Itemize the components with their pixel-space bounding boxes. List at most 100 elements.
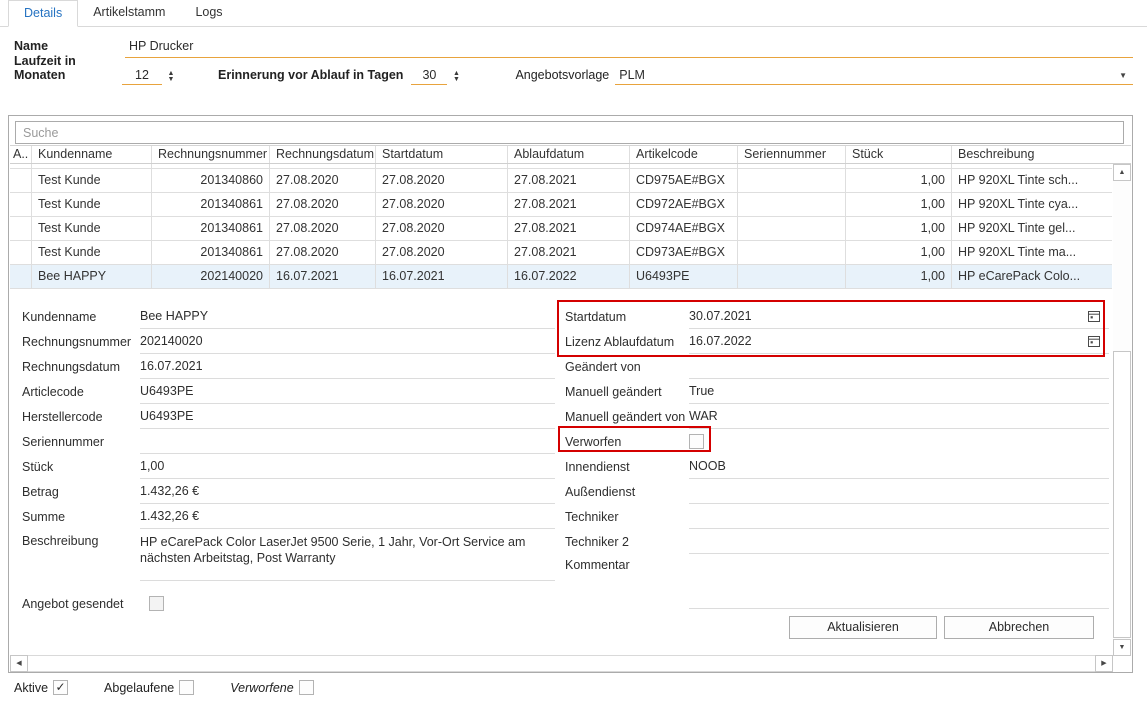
calendar-icon[interactable] — [1087, 309, 1101, 323]
scroll-up-icon[interactable]: ▲ — [1113, 164, 1131, 181]
table-row-selected[interactable]: Bee HAPPY 202140020 16.07.2021 16.07.202… — [10, 265, 1112, 289]
chevron-down-icon[interactable]: ▼ — [1119, 71, 1129, 82]
table-cell: Test Kunde — [32, 241, 152, 264]
kundenname-field[interactable]: Bee HAPPY — [140, 304, 555, 329]
abgelaufene-checkbox[interactable] — [179, 680, 194, 695]
table-cell: 27.08.2020 — [270, 217, 376, 240]
verworfen-label: Verworfen — [565, 435, 689, 449]
beschreibung-label: Beschreibung — [22, 529, 140, 548]
tab-logs[interactable]: Logs — [180, 0, 237, 26]
table-cell: 201340861 — [152, 241, 270, 264]
tab-details[interactable]: Details — [8, 0, 78, 27]
spinner-down-icon[interactable]: ▼ — [449, 77, 463, 83]
techniker-field[interactable] — [689, 504, 1109, 529]
table-row[interactable]: Test Kunde 201340861 27.08.2020 27.08.20… — [10, 193, 1112, 217]
kommentar-field[interactable] — [689, 554, 1109, 609]
seriennummer-field[interactable] — [140, 429, 555, 454]
kommentar-label: Kommentar — [565, 554, 689, 572]
table-cell: HP eCarePack Colo... — [952, 265, 1112, 288]
innendienst-field[interactable]: NOOB — [689, 454, 1109, 479]
table-cell: 202140020 — [152, 265, 270, 288]
angebot-gesendet-checkbox[interactable] — [149, 596, 164, 611]
innendienst-label: Innendienst — [565, 460, 689, 474]
column-header-rechnungsnummer[interactable]: Rechnungsnummer — [152, 146, 270, 163]
table-cell: 27.08.2020 — [376, 241, 508, 264]
erinnerung-label: Erinnerung vor Ablauf in Tagen — [218, 68, 403, 85]
vertical-scrollbar-thumb[interactable] — [1113, 351, 1131, 638]
scroll-right-icon[interactable]: ▶ — [1095, 655, 1113, 672]
column-header-artikelcode[interactable]: Artikelcode — [630, 146, 738, 163]
table-cell: 27.08.2020 — [270, 241, 376, 264]
horizontal-scrollbar[interactable]: ◀ ▶ — [10, 655, 1113, 672]
column-header-startdatum[interactable]: Startdatum — [376, 146, 508, 163]
horizontal-scrollbar-track[interactable] — [10, 655, 1113, 672]
table-row[interactable]: Test Kunde 201340861 27.08.2020 27.08.20… — [10, 217, 1112, 241]
column-header-kundenname[interactable]: Kundenname — [32, 146, 152, 163]
footer-filters: Aktive Abgelaufene Verworfene — [14, 680, 350, 695]
calendar-icon[interactable] — [1087, 334, 1101, 348]
aussendienst-field[interactable] — [689, 479, 1109, 504]
table-cell: CD974AE#BGX — [630, 217, 738, 240]
manuell-geaendert-field[interactable]: True — [689, 379, 1109, 404]
rechnungsdatum-label: Rechnungsdatum — [22, 360, 140, 374]
table-cell: Test Kunde — [32, 193, 152, 216]
tab-bar: Details Artikelstamm Logs — [0, 0, 1147, 27]
techniker2-field[interactable] — [689, 529, 1109, 554]
name-input[interactable]: HP Drucker — [125, 36, 1133, 58]
betrag-field[interactable]: 1.432,26 € — [140, 479, 555, 504]
scroll-left-icon[interactable]: ◀ — [10, 655, 28, 672]
table-cell: 16.07.2022 — [508, 265, 630, 288]
laufzeit-label: Laufzeit in Monaten — [14, 54, 122, 85]
rechnungsdatum-field[interactable]: 16.07.2021 — [140, 354, 555, 379]
table-cell: 1,00 — [846, 217, 952, 240]
scroll-down-icon[interactable]: ▼ — [1113, 639, 1131, 656]
column-header-beschreibung[interactable]: Beschreibung — [952, 146, 1112, 163]
column-header-stueck[interactable]: Stück — [846, 146, 952, 163]
herstellercode-field[interactable]: U6493PE — [140, 404, 555, 429]
table-cell: 27.08.2020 — [270, 193, 376, 216]
filter-aktive: Aktive — [14, 680, 68, 695]
verworfene-checkbox[interactable] — [299, 680, 314, 695]
herstellercode-label: Herstellercode — [22, 410, 140, 424]
abbrechen-button[interactable]: Abbrechen — [944, 616, 1094, 639]
tab-artikelstamm[interactable]: Artikelstamm — [78, 0, 180, 26]
table-row[interactable]: Test Kunde 201340861 27.08.2020 27.08.20… — [10, 241, 1112, 265]
manuell-geaendert-von-field[interactable]: WAR — [689, 404, 1109, 429]
column-header-rechnungsdatum[interactable]: Rechnungsdatum — [270, 146, 376, 163]
table-cell: 27.08.2021 — [508, 193, 630, 216]
erinnerung-input[interactable]: 30 — [411, 68, 447, 85]
articlecode-label: Articlecode — [22, 385, 140, 399]
column-header-seriennummer[interactable]: Seriennummer — [738, 146, 846, 163]
stueck-field[interactable]: 1,00 — [140, 454, 555, 479]
lizenz-ablaufdatum-value[interactable]: 16.07.2022 — [689, 334, 752, 348]
laufzeit-stepper[interactable]: ▲ ▼ — [164, 71, 178, 83]
erinnerung-stepper[interactable]: ▲ ▼ — [449, 71, 463, 83]
articlecode-field[interactable]: U6493PE — [140, 379, 555, 404]
summe-field[interactable]: 1.432,26 € — [140, 504, 555, 529]
name-field-row: Name HP Drucker — [14, 36, 1133, 58]
column-header-aktiv[interactable]: A.. — [10, 146, 32, 163]
table-cell: 1,00 — [846, 169, 952, 192]
search-input[interactable] — [15, 121, 1124, 144]
aktive-checkbox[interactable] — [53, 680, 68, 695]
startdatum-value[interactable]: 30.07.2021 — [689, 309, 752, 323]
rechnungsnummer-field[interactable]: 202140020 — [140, 329, 555, 354]
table-cell: 1,00 — [846, 241, 952, 264]
aktualisieren-button[interactable]: Aktualisieren — [789, 616, 937, 639]
table-cell: 16.07.2021 — [376, 265, 508, 288]
vertical-scrollbar[interactable]: ▲ ▼ — [1113, 164, 1131, 656]
spinner-down-icon[interactable]: ▼ — [164, 77, 178, 83]
table-cell: Bee HAPPY — [32, 265, 152, 288]
beschreibung-field[interactable]: HP eCarePack Color LaserJet 9500 Serie, … — [140, 529, 555, 581]
table-cell: 27.08.2020 — [376, 193, 508, 216]
laufzeit-input[interactable]: 12 — [122, 68, 162, 85]
table-cell — [738, 169, 846, 192]
table-row[interactable]: Test Kunde 201340860 27.08.2020 27.08.20… — [10, 169, 1112, 193]
geaendert-von-field[interactable] — [689, 354, 1109, 379]
verworfen-checkbox[interactable] — [689, 434, 704, 449]
table-header-stub — [1112, 145, 1131, 164]
angebotsvorlage-select[interactable]: PLM ▼ — [615, 68, 1133, 85]
table-cell: 1,00 — [846, 265, 952, 288]
angebotsvorlage-label: Angebotsvorlage — [515, 68, 609, 85]
column-header-ablaufdatum[interactable]: Ablaufdatum — [508, 146, 630, 163]
